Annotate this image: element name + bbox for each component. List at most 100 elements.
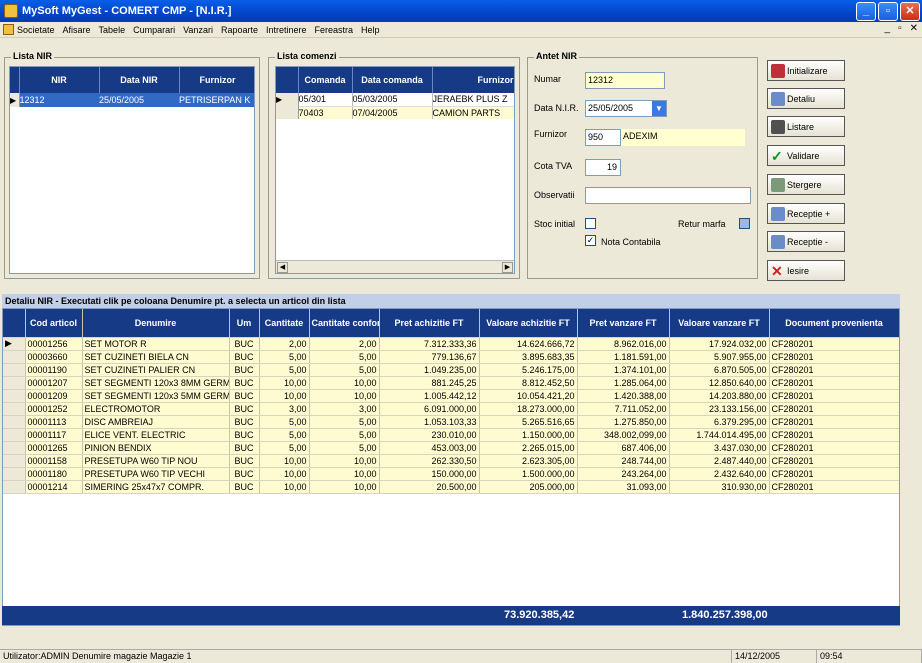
col-header-pret-vanzare[interactable]: Pret vanzare FT — [577, 309, 670, 338]
col-header-valoare-achizitie[interactable]: Valoare achizitie FT — [479, 309, 578, 338]
nir-cell[interactable]: 12312 — [19, 93, 99, 107]
valoare-achizitie-cell[interactable]: 14.624.666,72 — [479, 337, 578, 351]
col-header-data-comanda[interactable]: Data comanda — [352, 67, 433, 93]
initializare-button[interactable]: Initializare — [767, 60, 845, 81]
cantitate-conform-cell[interactable]: 10,00 — [309, 480, 380, 494]
pret-vanzare-cell[interactable]: 7.711.052,00 — [577, 402, 670, 416]
document-cell[interactable]: CF280201 — [769, 441, 899, 455]
pret-achizitie-cell[interactable]: 230.010,00 — [379, 428, 480, 442]
col-header-denumire[interactable]: Denumire — [82, 309, 230, 338]
nota-contabila-checkbox[interactable]: ✓ — [585, 235, 596, 246]
table-row[interactable]: 00001252 ELECTROMOTOR BUC 3,00 3,00 6.091.000… — [3, 402, 899, 416]
comanda-cell[interactable]: 70403 — [298, 106, 353, 119]
col-header-cantitate-conform[interactable]: Cantitate conform — [309, 309, 380, 338]
denumire-cell[interactable]: SIMERING 25x47x7 COMPR. — [82, 480, 230, 494]
furnizor-cell[interactable]: CAMION PARTS — [432, 106, 514, 119]
denumire-cell[interactable]: SET MOTOR R — [82, 337, 230, 351]
um-cell[interactable]: BUC — [229, 389, 260, 403]
document-cell[interactable]: CF280201 — [769, 428, 899, 442]
col-header-document-provenienta[interactable]: Document provenienta — [769, 309, 899, 338]
cod-articol-cell[interactable]: 00001256 — [25, 337, 83, 351]
cod-articol-cell[interactable]: 00001117 — [25, 428, 83, 442]
cantitate-cell[interactable]: 5,00 — [259, 415, 310, 429]
pret-achizitie-cell[interactable]: 779.136,67 — [379, 350, 480, 364]
document-cell[interactable]: CF280201 — [769, 389, 899, 403]
valoare-vanzare-cell[interactable]: 3.437.030,00 — [669, 441, 770, 455]
cantitate-conform-cell[interactable]: 5,00 — [309, 441, 380, 455]
chevron-down-icon[interactable]: ▼ — [652, 101, 666, 116]
document-cell[interactable]: CF280201 — [769, 480, 899, 494]
valoare-vanzare-cell[interactable]: 14.203.880,00 — [669, 389, 770, 403]
denumire-cell[interactable]: PINION BENDIX — [82, 441, 230, 455]
valoare-achizitie-cell[interactable]: 8.812.452,50 — [479, 376, 578, 390]
document-icon[interactable] — [3, 24, 14, 35]
denumire-cell[interactable]: SET SEGMENTI 120x3 5MM GERM — [82, 389, 230, 403]
um-cell[interactable]: BUC — [229, 454, 260, 468]
um-cell[interactable]: BUC — [229, 363, 260, 377]
valoare-vanzare-cell[interactable]: 1.744.014.495,00 — [669, 428, 770, 442]
detail-grid[interactable]: Cod articol Denumire Um Cantitate Cantit… — [2, 308, 900, 626]
valoare-vanzare-cell[interactable]: 12.850.640,00 — [669, 376, 770, 390]
pret-vanzare-cell[interactable]: 1.275.850,00 — [577, 415, 670, 429]
menu-help[interactable]: Help — [361, 25, 380, 35]
valoare-achizitie-cell[interactable]: 18.273.000,00 — [479, 402, 578, 416]
valoare-achizitie-cell[interactable]: 2.265.015,00 — [479, 441, 578, 455]
um-cell[interactable]: BUC — [229, 350, 260, 364]
valoare-achizitie-cell[interactable]: 10.054.421,20 — [479, 389, 578, 403]
col-header-data-nir[interactable]: Data NIR — [99, 67, 180, 93]
pret-vanzare-cell[interactable]: 348.002,099,00 — [577, 428, 670, 442]
mdi-close-button[interactable]: ✕ — [910, 23, 918, 34]
valoare-achizitie-cell[interactable]: 1.150.000,00 — [479, 428, 578, 442]
valoare-vanzare-cell[interactable]: 6.870.505,00 — [669, 363, 770, 377]
valoare-achizitie-cell[interactable]: 205.000,00 — [479, 480, 578, 494]
denumire-cell[interactable]: SET SEGMENTI 120x3 8MM GERM — [82, 376, 230, 390]
col-header-comanda[interactable]: Comanda — [298, 67, 353, 93]
table-row[interactable]: 00001190 SET CUZINETI PALIER CN BUC 5,00 5,0… — [3, 363, 899, 377]
cota-tva-input[interactable]: 19 — [585, 159, 621, 176]
cod-articol-cell[interactable]: 00001190 — [25, 363, 83, 377]
cantitate-conform-cell[interactable]: 10,00 — [309, 376, 380, 390]
cantitate-conform-cell[interactable]: 10,00 — [309, 454, 380, 468]
detaliu-button[interactable]: Detaliu — [767, 88, 845, 109]
document-cell[interactable]: CF280201 — [769, 363, 899, 377]
col-header-nir[interactable]: NIR — [19, 67, 100, 93]
comanda-cell[interactable]: 05/301 — [298, 93, 353, 107]
um-cell[interactable]: BUC — [229, 441, 260, 455]
table-row[interactable]: 00001113 DISC AMBREIAJ BUC 5,00 5,00 1.053.10… — [3, 415, 899, 429]
pret-vanzare-cell[interactable]: 1.285.064,00 — [577, 376, 670, 390]
pret-achizitie-cell[interactable]: 1.005.442,12 — [379, 389, 480, 403]
menu-fereastra[interactable]: Fereastra — [315, 25, 354, 35]
receptie-plus-button[interactable]: Receptie + — [767, 203, 845, 224]
cod-articol-cell[interactable]: 00001265 — [25, 441, 83, 455]
pret-vanzare-cell[interactable]: 687.406,00 — [577, 441, 670, 455]
table-row[interactable]: ▶ 05/301 05/03/2005 JERAEBK PLUS Z — [276, 93, 514, 107]
iesire-button[interactable]: ✕ Iesire — [767, 260, 845, 281]
col-header-furnizor[interactable]: Furnizor — [432, 67, 514, 93]
document-cell[interactable]: CF280201 — [769, 376, 899, 390]
um-cell[interactable]: BUC — [229, 467, 260, 481]
pret-achizitie-cell[interactable]: 881.245,25 — [379, 376, 480, 390]
cantitate-cell[interactable]: 2,00 — [259, 337, 310, 351]
menu-vanzari[interactable]: Vanzari — [183, 25, 213, 35]
cod-articol-cell[interactable]: 00001180 — [25, 467, 83, 481]
cantitate-conform-cell[interactable]: 10,00 — [309, 467, 380, 481]
minimize-button[interactable]: _ — [856, 1, 876, 21]
denumire-cell[interactable]: SET CUZINETI BIELA CN — [82, 350, 230, 364]
cod-articol-cell[interactable]: 00001207 — [25, 376, 83, 390]
um-cell[interactable]: BUC — [229, 376, 260, 390]
cod-articol-cell[interactable]: 00001252 — [25, 402, 83, 416]
cantitate-conform-cell[interactable]: 5,00 — [309, 350, 380, 364]
data-comanda-cell[interactable]: 07/04/2005 — [352, 106, 433, 119]
cod-articol-cell[interactable]: 00001209 — [25, 389, 83, 403]
cantitate-cell[interactable]: 5,00 — [259, 363, 310, 377]
stoc-initial-checkbox[interactable] — [585, 218, 596, 229]
menu-tabele[interactable]: Tabele — [99, 25, 126, 35]
um-cell[interactable]: BUC — [229, 415, 260, 429]
menu-cumparari[interactable]: Cumparari — [133, 25, 175, 35]
cantitate-conform-cell[interactable]: 3,00 — [309, 402, 380, 416]
table-row[interactable]: 00001117 ELICE VENT. ELECTRIC BUC 5,00 5,00 2… — [3, 428, 899, 442]
cantitate-cell[interactable]: 10,00 — [259, 480, 310, 494]
menu-societate[interactable]: Societate — [17, 25, 55, 35]
lista-comenzi-grid[interactable]: Comanda Data comanda Furnizor ▶ 05/301 0… — [275, 66, 515, 274]
cod-articol-cell[interactable]: 00003660 — [25, 350, 83, 364]
